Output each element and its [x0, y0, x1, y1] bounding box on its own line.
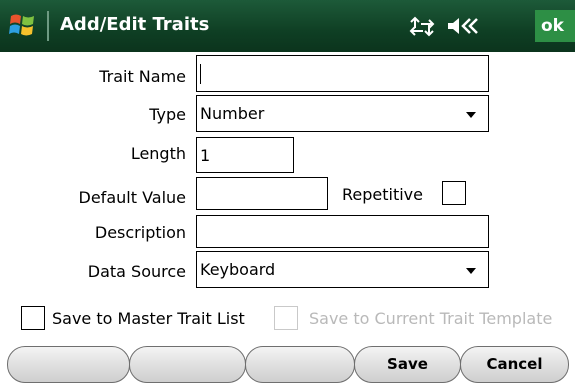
description-input[interactable]	[196, 215, 489, 248]
window-title: Add/Edit Traits	[60, 14, 210, 35]
repetitive-label: Repetitive	[342, 185, 423, 204]
type-label: Type	[149, 105, 186, 124]
softkey-2[interactable]	[129, 346, 246, 383]
chevron-down-icon	[466, 268, 476, 274]
trait-name-label: Trait Name	[99, 67, 186, 86]
length-input[interactable]: 1	[196, 137, 294, 173]
length-value: 1	[200, 146, 211, 165]
type-dropdown-value: Number	[200, 104, 265, 123]
chevron-down-icon	[466, 112, 476, 118]
save-master-checkbox[interactable]	[21, 306, 45, 330]
default-value-input[interactable]	[196, 177, 328, 210]
title-bar: Add/Edit Traits ok	[0, 0, 575, 52]
trait-name-input[interactable]	[196, 55, 489, 92]
windows-start-icon[interactable]	[7, 10, 37, 40]
cancel-button[interactable]: Cancel	[460, 346, 569, 383]
data-source-dropdown[interactable]: Keyboard	[196, 251, 489, 288]
softkey-1[interactable]	[7, 346, 130, 383]
ok-button[interactable]: ok	[535, 10, 575, 42]
softkey-bar: Save Cancel	[0, 342, 575, 388]
title-divider	[47, 11, 49, 41]
default-value-label: Default Value	[78, 188, 186, 207]
connectivity-icon[interactable]	[409, 15, 435, 37]
repetitive-checkbox[interactable]	[442, 181, 466, 205]
description-label: Description	[94, 223, 186, 242]
save-template-checkbox[interactable]	[274, 306, 298, 330]
save-template-label: Save to Current Trait Template	[309, 309, 553, 328]
length-label: Length	[130, 144, 186, 163]
text-cursor	[200, 64, 201, 84]
type-dropdown[interactable]: Number	[196, 95, 489, 132]
save-master-label: Save to Master Trait List	[52, 309, 245, 328]
softkey-3[interactable]	[245, 346, 355, 383]
speaker-icon[interactable]	[446, 15, 480, 37]
data-source-label: Data Source	[87, 262, 186, 281]
data-source-value: Keyboard	[200, 260, 276, 279]
save-button[interactable]: Save	[354, 346, 461, 383]
